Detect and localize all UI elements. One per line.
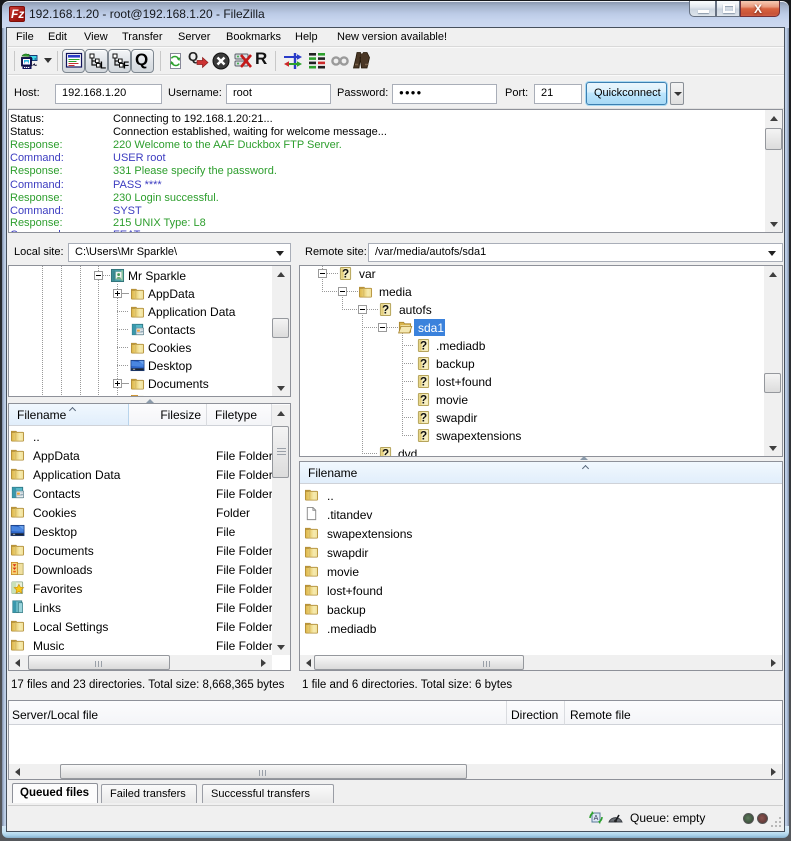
svg-text:L: L <box>100 61 106 72</box>
svg-text:F: F <box>123 61 129 72</box>
svg-text:A: A <box>594 815 599 822</box>
